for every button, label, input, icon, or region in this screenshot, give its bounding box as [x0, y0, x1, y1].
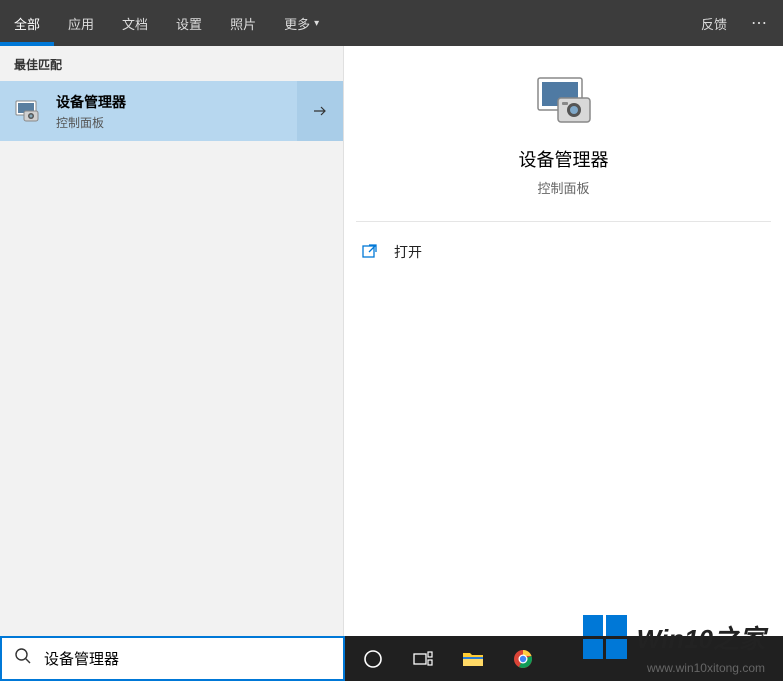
tab-label: 应用 — [68, 14, 94, 33]
search-input[interactable] — [44, 650, 331, 667]
tab-label: 文档 — [122, 14, 148, 33]
search-filter-tabs: 全部 应用 文档 设置 照片 更多 ▾ 反馈 ⋯ — [0, 0, 783, 46]
device-manager-icon — [0, 99, 56, 123]
file-explorer-button[interactable] — [449, 636, 497, 681]
taskbar — [345, 636, 783, 681]
action-label: 打开 — [394, 242, 422, 262]
result-item-device-manager[interactable]: 设备管理器 控制面板 — [0, 81, 343, 141]
expand-preview-button[interactable] — [297, 81, 343, 141]
preview-subtitle: 控制面板 — [356, 178, 771, 197]
tab-label: 全部 — [14, 14, 40, 33]
tab-photos[interactable]: 照片 — [216, 0, 270, 46]
tab-more[interactable]: 更多 ▾ — [270, 0, 333, 46]
result-title: 设备管理器 — [56, 92, 297, 112]
action-open[interactable]: 打开 — [356, 236, 771, 268]
tab-settings[interactable]: 设置 — [162, 0, 216, 46]
task-view-icon — [413, 651, 433, 667]
tab-label: 照片 — [230, 14, 256, 33]
search-bar[interactable] — [0, 636, 345, 681]
file-explorer-icon — [462, 650, 484, 668]
result-subtitle: 控制面板 — [56, 114, 297, 131]
tab-docs[interactable]: 文档 — [108, 0, 162, 46]
feedback-link[interactable]: 反馈 — [695, 14, 733, 33]
chrome-icon — [513, 649, 533, 669]
tab-all[interactable]: 全部 — [0, 0, 54, 46]
device-manager-large-icon — [356, 74, 771, 130]
preview-title: 设备管理器 — [356, 146, 771, 172]
more-options-button[interactable]: ⋯ — [745, 13, 775, 33]
tab-label: 更多 — [284, 14, 310, 33]
tab-label: 设置 — [176, 14, 202, 33]
open-icon — [362, 243, 380, 262]
best-match-header: 最佳匹配 — [0, 46, 343, 81]
search-results-area: 最佳匹配 设备管理器 控制面板 — [0, 46, 783, 636]
chevron-down-icon: ▾ — [314, 18, 319, 29]
chrome-button[interactable] — [499, 636, 547, 681]
cortana-icon — [363, 649, 383, 669]
task-view-button[interactable] — [399, 636, 447, 681]
search-icon — [14, 647, 32, 670]
results-list: 最佳匹配 设备管理器 控制面板 — [0, 46, 344, 636]
arrow-right-icon — [312, 103, 328, 119]
cortana-button[interactable] — [349, 636, 397, 681]
preview-pane: 设备管理器 控制面板 打开 — [344, 46, 783, 636]
tab-apps[interactable]: 应用 — [54, 0, 108, 46]
